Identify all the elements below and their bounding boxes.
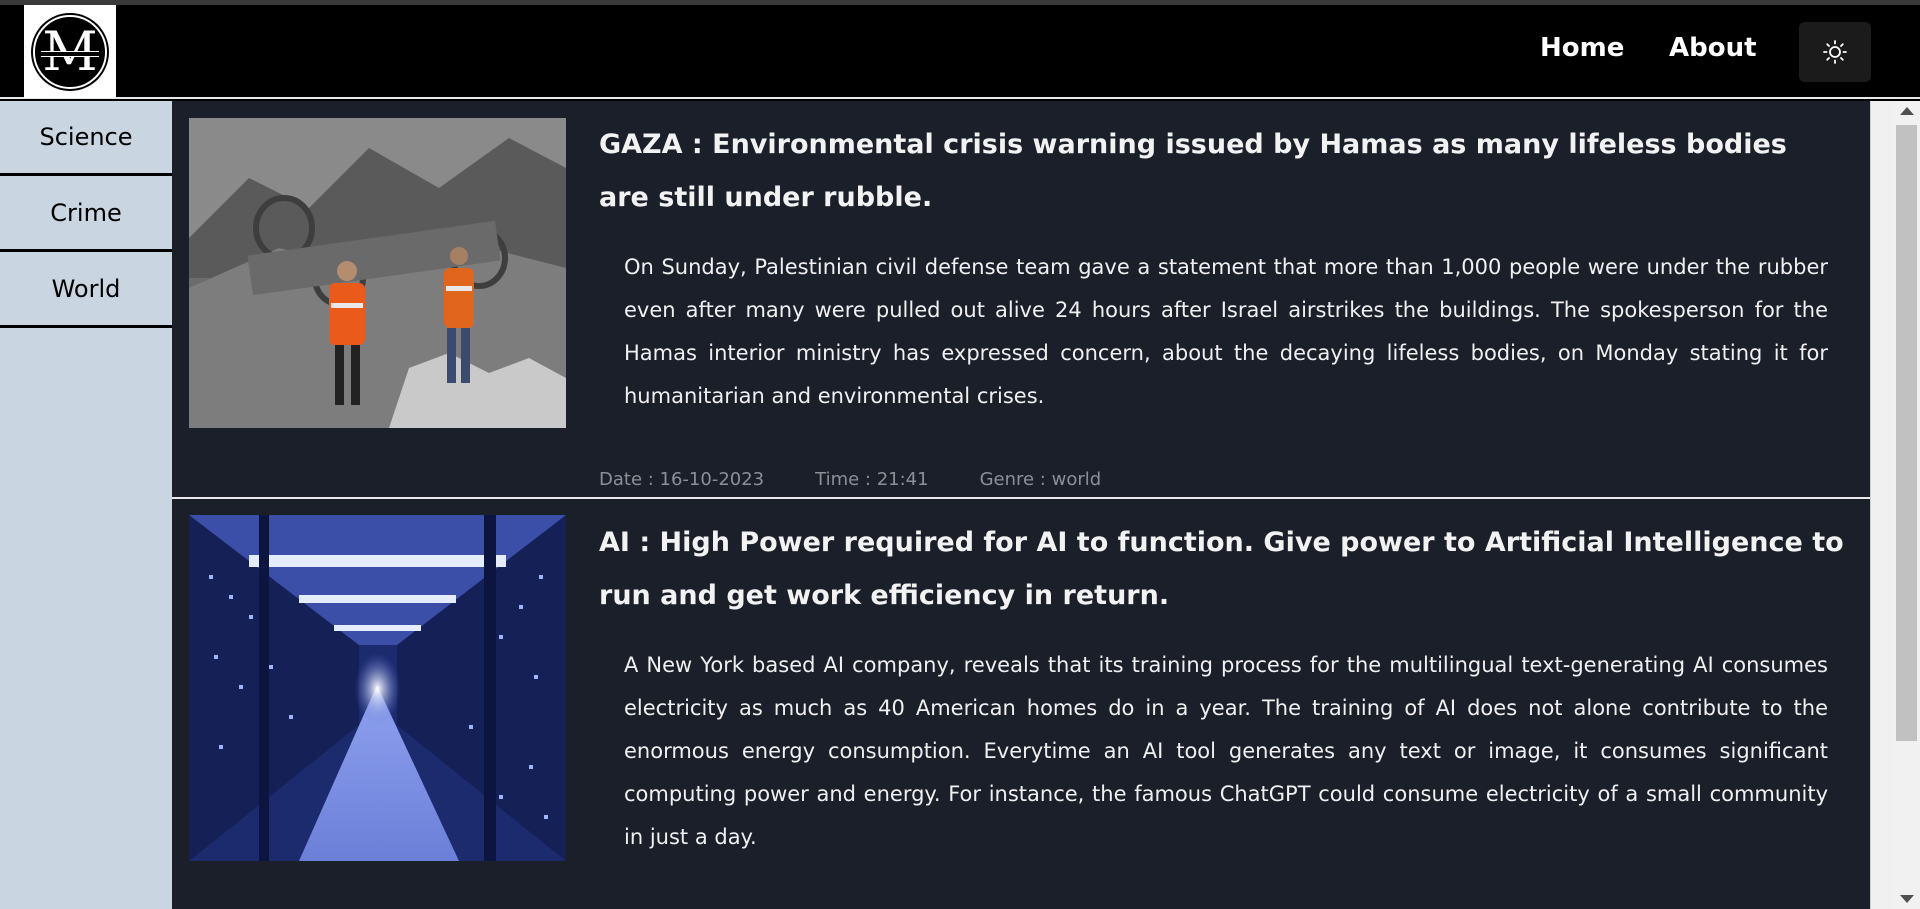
article-image-datacenter[interactable] — [189, 515, 566, 861]
article-time: Time : 21:41 — [815, 469, 929, 490]
article-summary: On Sunday, Palestinian civil defense tea… — [624, 255, 1828, 408]
nav-home-link[interactable]: Home — [1540, 33, 1624, 63]
sidebar-item-crime[interactable]: Crime — [0, 176, 172, 252]
article-meta: Date : 16-10-2023 Time : 21:41 Genre : w… — [599, 469, 1152, 490]
navbar: M Home About — [0, 5, 1920, 99]
article-headline[interactable]: GAZA : Environmental crisis warning issu… — [599, 118, 1844, 224]
logo-emblem: M — [33, 14, 107, 89]
news-article-gaza: GAZA : Environmental crisis warning issu… — [172, 101, 1870, 499]
sidebar-item-science[interactable]: Science — [0, 101, 172, 176]
article-image-rubble[interactable] — [189, 118, 566, 428]
category-sidebar: Science Crime World — [0, 101, 172, 909]
theme-toggle-button[interactable] — [1799, 22, 1871, 82]
nav-about-link[interactable]: About — [1669, 33, 1757, 63]
article-summary: A New York based AI company, reveals tha… — [624, 653, 1828, 849]
article-date: Date : 16-10-2023 — [599, 469, 765, 490]
news-article-ai: AI : High Power required for AI to funct… — [172, 499, 1870, 909]
article-headline[interactable]: AI : High Power required for AI to funct… — [599, 516, 1844, 622]
article-genre: Genre : world — [979, 469, 1102, 490]
sidebar-item-world[interactable]: World — [0, 252, 172, 328]
sun-icon — [1823, 40, 1847, 64]
logo-band — [41, 50, 99, 57]
news-feed: GAZA : Environmental crisis warning issu… — [172, 101, 1870, 909]
page-scrollbar[interactable] — [1870, 101, 1920, 909]
scroll-up-arrow-icon[interactable] — [1900, 107, 1914, 115]
scroll-down-arrow-icon[interactable] — [1900, 895, 1914, 903]
scrollbar-thumb[interactable] — [1896, 125, 1917, 741]
site-logo[interactable]: M — [24, 5, 116, 98]
